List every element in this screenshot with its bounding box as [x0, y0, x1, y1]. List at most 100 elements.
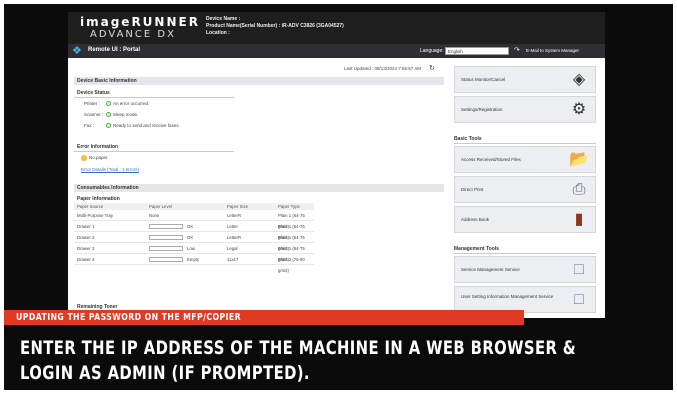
paper-info-heading: Paper Information — [77, 196, 120, 202]
gear-icon: ⚙ — [571, 101, 587, 118]
status-value: An error occurred. — [113, 101, 150, 106]
address-book-icon: ▮ — [574, 211, 584, 228]
language-label: Language: — [420, 48, 444, 54]
status-monitor-button[interactable]: Status Monitor/Cancel ◈ — [454, 66, 596, 93]
status-ok-icon — [106, 101, 111, 107]
access-files-button[interactable]: Access Received/Stored Files 📂 — [454, 146, 596, 173]
status-value: Ready to send and receive faxes. — [113, 123, 180, 128]
paper-size: 11x17 — [227, 257, 239, 262]
window-icon: □ — [574, 291, 584, 308]
side-button-label: Status Monitor/Cancel — [461, 77, 506, 82]
divider — [454, 143, 596, 144]
paper-level-bar — [149, 246, 183, 251]
col-header: Paper Size — [227, 204, 249, 209]
paper-level: OK — [187, 235, 194, 240]
topic-banner-text: UPDATING THE PASSWORD ON THE MFP/COPIER — [16, 312, 242, 323]
side-button-label: Settings/Registration — [461, 107, 503, 112]
settings-registration-button[interactable]: Settings/Registration ⚙ — [454, 96, 596, 123]
table-row: Drawer 1 OK Letter Plain 1 (64-75 g/m2) — [74, 221, 314, 240]
warning-icon: ! — [81, 155, 87, 161]
paper-source: Drawer 3 — [77, 246, 95, 251]
topic-banner: UPDATING THE PASSWORD ON THE MFP/COPIER — [4, 310, 524, 325]
paper-level: None — [149, 213, 160, 218]
status-label: Scanner : — [84, 112, 104, 117]
email-system-manager-link[interactable]: E-Mail to System Manager — [526, 48, 579, 53]
col-header: Paper Source — [77, 204, 104, 209]
error-row: ! No paper. — [81, 155, 109, 161]
direct-print-button[interactable]: Direct Print ⎙ — [454, 176, 596, 203]
side-button-label: Direct Print — [461, 187, 484, 192]
status-row-printer: Printer : An error occurred. — [84, 101, 150, 107]
status-ok-icon — [106, 123, 111, 129]
user-setting-management-button[interactable]: User Setting Information Management Serv… — [454, 286, 596, 313]
paper-source: Multi-Purpose Tray — [77, 213, 114, 218]
side-button-label: Address Book — [461, 217, 490, 222]
brand-logo-line2: ADVANCE DX — [90, 29, 176, 40]
location-label: Location : — [206, 30, 230, 36]
device-basic-info-heading: Device Basic Information — [74, 77, 444, 85]
portal-title-bar: ❖ Remote UI : Portal Language: English ↷… — [68, 44, 605, 58]
paper-level: Low — [187, 246, 195, 251]
divider — [454, 253, 596, 254]
status-monitor-icon: ◈ — [572, 71, 586, 88]
paper-size: Letter — [227, 224, 238, 229]
table-row: Drawer 2 OK LetterR Plain 1 (64-75 g/m2) — [74, 232, 314, 251]
status-row-scanner: Scanner : Sleep mode. — [84, 112, 139, 118]
management-tools-heading: Management Tools — [454, 246, 499, 252]
paper-size: Legal — [227, 246, 238, 251]
caption-line-1: ENTER THE IP ADDRESS OF THE MACHINE IN A… — [20, 337, 577, 359]
table-row: Drawer 4 Empty 11x17 Plain 2 (76-90 g/m2… — [74, 254, 314, 273]
consumables-info-heading: Consumables Information — [74, 184, 444, 192]
paper-level-bar — [149, 224, 183, 229]
divider — [74, 97, 234, 98]
paper-source: Drawer 1 — [77, 224, 95, 229]
paper-size: LetterR — [227, 235, 242, 240]
paper-table-header: Paper Source Paper Level Paper Size Pape… — [74, 203, 314, 210]
divider — [74, 151, 234, 152]
paper-source: Drawer 4 — [77, 257, 95, 262]
paper-type: Plain 2 (76-90 g/m2) — [278, 257, 305, 273]
video-frame: imageRUNNER ADVANCE DX Device Name : Pro… — [4, 4, 673, 390]
refresh-icon[interactable]: ↻ — [429, 64, 435, 72]
product-name-value: iR-ADV C3826 (3GA04527) — [281, 23, 344, 29]
device-info: Device Name : Product Name(Serial Number… — [206, 16, 344, 37]
status-value: Sleep mode. — [113, 112, 139, 117]
portal-icon: ❖ — [72, 45, 82, 57]
portal-title: Remote UI : Portal — [88, 47, 141, 53]
status-label: Fax : — [84, 123, 95, 128]
error-details-link[interactable]: Error Details (Total : 1 errors) — [81, 167, 139, 172]
side-button-label: Service Management Service — [461, 267, 520, 272]
caption-line-2: LOGIN AS ADMIN (IF PROMPTED). — [20, 362, 310, 384]
col-header: Paper Level — [149, 204, 172, 209]
col-header: Paper Type — [278, 204, 300, 209]
basic-tools-heading: Basic Tools — [454, 136, 482, 142]
device-status-heading: Device Status — [77, 90, 110, 96]
paper-level-bar — [149, 235, 183, 240]
paper-level: OK — [187, 224, 194, 229]
device-name-label: Device Name : — [206, 16, 241, 22]
status-row-fax: Fax : Ready to send and receive faxes. — [84, 123, 180, 129]
brand-logo-line1: imageRUNNER — [80, 15, 200, 29]
remote-ui-window: imageRUNNER ADVANCE DX Device Name : Pro… — [68, 12, 605, 318]
last-updated-text: Last Updated : 08/13/2024 7:55:57 AM — [344, 66, 422, 71]
printer-icon: ⎙ — [572, 181, 586, 198]
brand-header: imageRUNNER ADVANCE DX Device Name : Pro… — [68, 12, 605, 44]
side-button-label: Access Received/Stored Files — [461, 157, 521, 162]
main-content: Last Updated : 08/13/2024 7:55:57 AM ↻ D… — [74, 60, 444, 318]
error-text: No paper. — [89, 155, 109, 161]
side-menu: Status Monitor/Cancel ◈ Settings/Registr… — [452, 60, 605, 318]
address-book-button[interactable]: Address Book ▮ — [454, 206, 596, 233]
side-button-label: User Setting Information Management Serv… — [461, 294, 554, 299]
service-management-button[interactable]: Service Management Service □ — [454, 256, 596, 283]
folder-icon: 📂 — [569, 151, 589, 168]
product-name-label: Product Name(Serial Number) : — [206, 23, 281, 29]
paper-level-bar — [149, 257, 183, 262]
paper-size: LetterR — [227, 213, 242, 218]
status-ok-icon — [106, 112, 111, 118]
logout-icon[interactable]: ↷ — [514, 46, 520, 54]
paper-source: Drawer 2 — [77, 235, 95, 240]
language-select[interactable]: English — [445, 47, 509, 55]
table-row: Drawer 3 Low Legal Plain 1 (64-75 g/m2) — [74, 243, 314, 262]
status-label: Printer : — [84, 101, 100, 106]
paper-level: Empty — [187, 257, 200, 262]
